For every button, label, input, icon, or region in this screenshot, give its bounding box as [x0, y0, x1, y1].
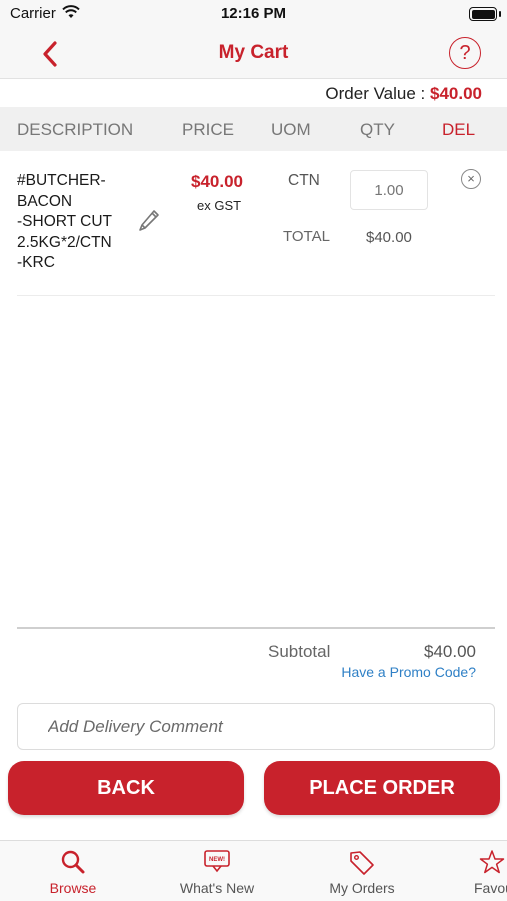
place-order-button[interactable]: PLACE ORDER [264, 761, 500, 815]
column-delete: DEL [442, 120, 476, 139]
tab-browse-label: Browse [49, 880, 97, 896]
item-total-label: TOTAL [283, 228, 330, 245]
column-qty: QTY [360, 120, 395, 139]
tab-bar: Browse NEW! What's New My Orders Favou [0, 840, 507, 901]
page-title: My Cart [218, 42, 289, 63]
new-badge-icon: NEW! [203, 849, 231, 878]
search-icon [60, 849, 86, 880]
status-bar: Carrier 12:16 PM [0, 0, 507, 30]
tab-favourites[interactable]: Favou [448, 841, 507, 901]
column-uom: UOM [271, 120, 311, 139]
subtotal-label: Subtotal [268, 642, 331, 661]
item-tax-note: ex GST [197, 198, 242, 213]
delivery-comment-input[interactable] [17, 703, 495, 750]
tab-my-orders-label: My Orders [329, 880, 395, 896]
tab-browse[interactable]: Browse [13, 841, 133, 901]
subtotal-value: $40.00 [424, 642, 476, 661]
edit-pencil-icon[interactable] [137, 208, 161, 239]
tag-icon [348, 849, 376, 882]
clock: 12:16 PM [220, 5, 287, 22]
tab-whats-new-label: What's New [179, 880, 255, 896]
column-description: DESCRIPTION [17, 120, 134, 139]
item-total-value: $40.00 [366, 229, 412, 246]
item-description-line: BACON [17, 192, 73, 210]
column-price: PRICE [182, 120, 234, 139]
item-description-line: -KRC [17, 254, 55, 271]
tab-favourites-label: Favou [474, 880, 507, 896]
item-uom: CTN [288, 172, 320, 189]
cart-column-header: DESCRIPTION PRICE UOM QTY DEL [0, 107, 507, 151]
order-value: Order Value : $40.00 [325, 84, 482, 104]
order-value-amount: $40.00 [430, 84, 482, 103]
item-description-line: #BUTCHER- [17, 172, 106, 189]
svg-text:NEW!: NEW! [209, 857, 225, 863]
item-description-line: 2.5KG*2/CTN [17, 233, 112, 251]
star-icon [479, 849, 505, 880]
help-icon[interactable]: ? [449, 37, 481, 69]
battery-icon [469, 7, 501, 21]
tab-my-orders[interactable]: My Orders [302, 841, 422, 901]
order-value-label: Order Value : [325, 84, 426, 103]
item-description: #BUTCHER- BACON -SHORT CUT 2.5KG*2/CTN -… [17, 171, 129, 274]
subtotal-divider [17, 627, 495, 629]
tab-whats-new[interactable]: NEW! What's New [157, 841, 277, 901]
row-divider [17, 295, 495, 296]
promo-code-link[interactable]: Have a Promo Code? [341, 664, 476, 680]
delete-item-icon[interactable]: × [461, 169, 481, 189]
quantity-input[interactable] [350, 170, 428, 210]
item-price: $40.00 [191, 172, 243, 191]
back-button[interactable]: BACK [8, 761, 244, 815]
navigation-bar: My Cart ? [0, 30, 507, 79]
item-description-line: -SHORT CUT [17, 213, 113, 230]
